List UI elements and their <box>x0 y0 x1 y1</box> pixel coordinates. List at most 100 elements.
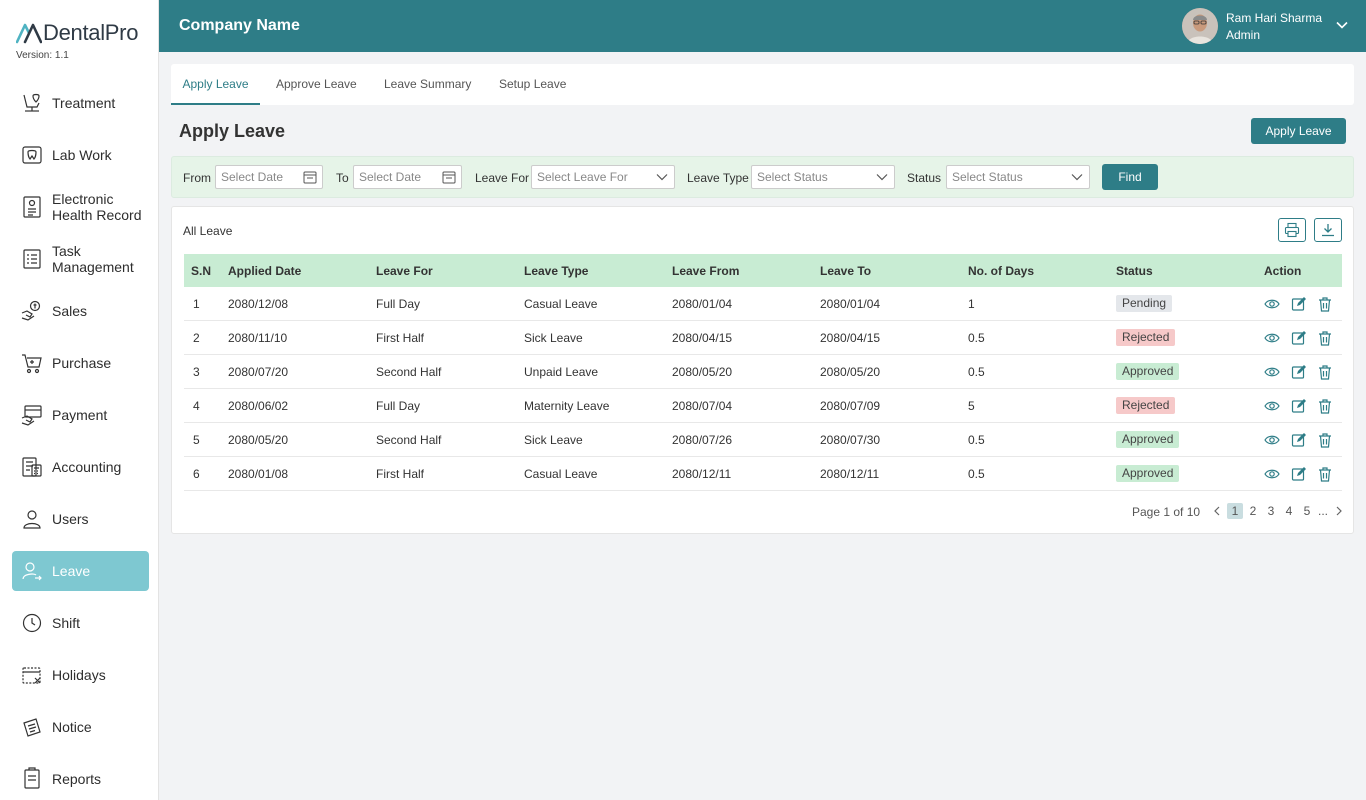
page-button-2[interactable]: 2 <box>1245 503 1261 519</box>
page-title: Apply Leave <box>179 121 286 141</box>
chevron-down-icon[interactable] <box>1335 18 1349 32</box>
table-cell: 1 <box>968 297 975 311</box>
view-icon[interactable] <box>1264 296 1280 312</box>
status-badge: Approved <box>1116 465 1180 482</box>
table-cell: 2080/05/20 <box>672 365 733 379</box>
sidebar-item-users[interactable]: Users <box>12 499 149 539</box>
table-cell: Sick Leave <box>524 331 583 345</box>
table-cell: Casual Leave <box>524 297 598 311</box>
task-list-icon <box>20 247 44 271</box>
view-icon[interactable] <box>1264 330 1280 346</box>
leave-table-card: All Leave S.N Applied Date Leave For Lea… <box>171 206 1354 534</box>
delete-icon[interactable] <box>1317 296 1333 312</box>
sidebar-item-accounting[interactable]: Accounting <box>12 447 149 487</box>
sidebar-item-notice[interactable]: Notice <box>12 707 149 747</box>
table-cell: 0.5 <box>968 467 985 481</box>
table-cell: 2080/04/15 <box>820 331 881 345</box>
tab-apply-leave[interactable]: Apply Leave <box>171 64 260 105</box>
edit-icon[interactable] <box>1291 330 1307 346</box>
tab-leave-summary[interactable]: Leave Summary <box>384 64 471 105</box>
logo-mark-icon <box>16 23 42 44</box>
delete-icon[interactable] <box>1317 466 1333 482</box>
page-button-4[interactable]: 4 <box>1281 503 1297 519</box>
tab-approve-leave[interactable]: Approve Leave <box>276 64 357 105</box>
edit-icon[interactable] <box>1291 432 1307 448</box>
delete-icon[interactable] <box>1317 398 1333 414</box>
print-button[interactable] <box>1278 218 1306 242</box>
table-row: 1 2080/12/08 Full Day Casual Leave 2080/01/0… <box>184 287 1342 321</box>
leave-type-placeholder: Select Status <box>757 170 828 184</box>
find-button[interactable]: Find <box>1102 164 1158 190</box>
status-select[interactable]: Select Status <box>946 165 1090 189</box>
page-button-1[interactable]: 1 <box>1227 503 1243 519</box>
view-icon[interactable] <box>1264 466 1280 482</box>
user-role: Admin <box>1226 28 1261 42</box>
clock-icon <box>20 611 44 635</box>
sidebar-item-purchase[interactable]: Purchase <box>12 343 149 383</box>
sidebar-item-sales[interactable]: Sales <box>12 291 149 331</box>
table-row: 4 2080/06/02 Full Day Maternity Leave 2080/0… <box>184 389 1342 423</box>
user-icon <box>20 507 44 531</box>
page-button-3[interactable]: 3 <box>1263 503 1279 519</box>
table-cell: 2080/07/30 <box>820 433 881 447</box>
tab-setup-leave[interactable]: Setup Leave <box>499 64 566 105</box>
view-icon[interactable] <box>1264 364 1280 380</box>
user-name: Ram Hari Sharma <box>1226 11 1323 25</box>
edit-icon[interactable] <box>1291 296 1307 312</box>
sidebar-item-shift[interactable]: Shift <box>12 603 149 643</box>
sales-hand-icon <box>20 299 44 323</box>
sidebar-item-reports[interactable]: Reports <box>12 759 149 799</box>
filter-bar: From Select Date To Select Date Leave Fo… <box>171 156 1354 198</box>
sidebar-item-lab-work[interactable]: Lab Work <box>12 135 149 175</box>
sidebar-item-payment[interactable]: Payment <box>12 395 149 435</box>
status-badge: Approved <box>1116 363 1180 380</box>
column-header: Leave Type <box>524 264 589 278</box>
sidebar-item-leave[interactable]: Leave <box>12 551 149 591</box>
view-icon[interactable] <box>1264 432 1280 448</box>
chevron-right-icon[interactable] <box>1334 506 1344 516</box>
delete-icon[interactable] <box>1317 364 1333 380</box>
leave-for-select[interactable]: Select Leave For <box>531 165 675 189</box>
table-cell: 0.5 <box>968 331 985 345</box>
health-record-icon <box>20 195 44 219</box>
table-cell: 2080/04/15 <box>672 331 733 345</box>
sidebar-item-ehr[interactable]: Electronic Health Record <box>12 187 149 227</box>
leave-type-select[interactable]: Select Status <box>751 165 895 189</box>
avatar[interactable] <box>1182 8 1218 44</box>
table-cell: 2080/07/09 <box>820 399 881 413</box>
delete-icon[interactable] <box>1317 330 1333 346</box>
status-badge: Approved <box>1116 431 1180 448</box>
column-header: S.N <box>191 264 212 278</box>
table-cell: Casual Leave <box>524 467 598 481</box>
apply-leave-button[interactable]: Apply Leave <box>1251 118 1346 144</box>
edit-icon[interactable] <box>1291 398 1307 414</box>
sidebar-item-task-management[interactable]: Task Management <box>12 239 149 279</box>
table-cell: 2080/05/20 <box>228 433 289 447</box>
status-label: Status <box>907 171 942 185</box>
page-button-5[interactable]: 5 <box>1299 503 1315 519</box>
lab-tooth-icon <box>20 143 44 167</box>
sidebar-item-holidays[interactable]: Holidays <box>12 655 149 695</box>
status-placeholder: Select Status <box>952 170 1023 184</box>
chevron-left-icon[interactable] <box>1212 506 1222 516</box>
download-button[interactable] <box>1314 218 1342 242</box>
sidebar-item-label: Payment <box>52 407 108 423</box>
column-header: Action <box>1264 264 1302 278</box>
page-info: Page 1 of 10 <box>1132 505 1201 519</box>
delete-icon[interactable] <box>1317 432 1333 448</box>
sidebar-item-treatment[interactable]: Treatment <box>12 83 149 123</box>
payment-hand-icon <box>20 403 44 427</box>
view-icon[interactable] <box>1264 398 1280 414</box>
from-date-input[interactable]: Select Date <box>215 165 323 189</box>
download-icon <box>1322 224 1334 237</box>
sidebar-item-label: Sales <box>52 303 88 319</box>
edit-icon[interactable] <box>1291 364 1307 380</box>
edit-icon[interactable] <box>1291 466 1307 482</box>
to-date-input[interactable]: Select Date <box>353 165 462 189</box>
table-cell: 6 <box>193 467 200 481</box>
table-cell: 1 <box>193 297 200 311</box>
calendar-icon <box>20 663 44 687</box>
leave-for-placeholder: Select Leave For <box>537 170 628 184</box>
table-cell: 2080/01/04 <box>672 297 733 311</box>
calendar-icon <box>442 171 456 184</box>
